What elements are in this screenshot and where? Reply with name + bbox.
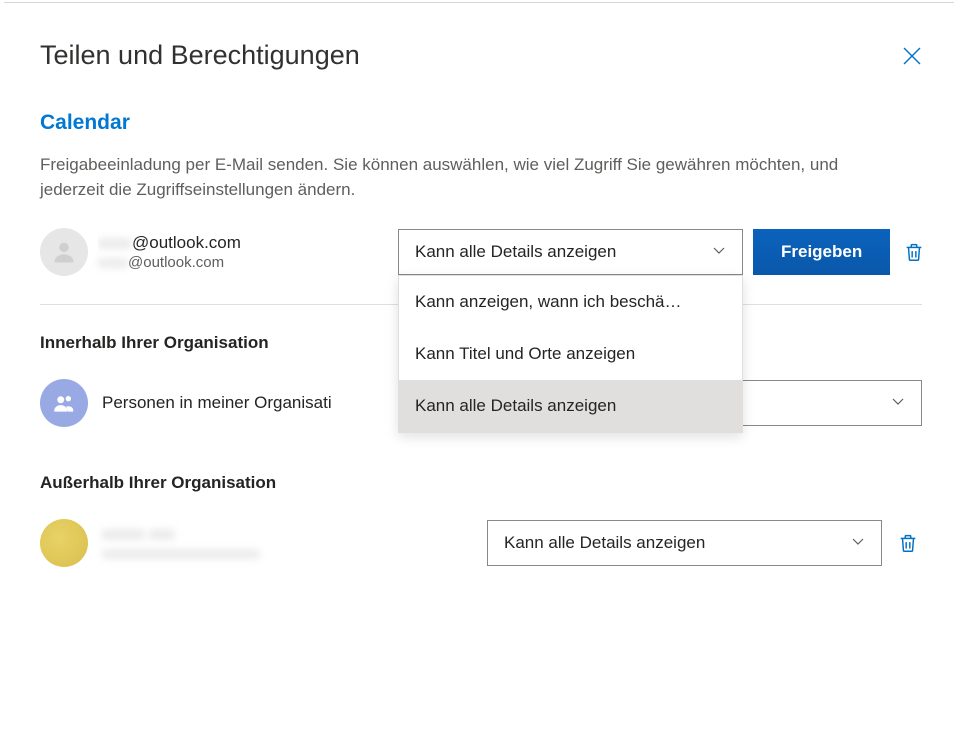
invite-row: xxxx@outlook.com xxxx@outlook.com Kann a… bbox=[40, 228, 922, 276]
top-divider bbox=[4, 2, 954, 3]
delete-external-button[interactable] bbox=[894, 532, 922, 554]
avatar bbox=[40, 228, 88, 276]
person-icon bbox=[50, 238, 78, 266]
outside-org-row: xxxxx xxx xxxxxxxxxxxxxxxxxxxxx Kann all… bbox=[40, 519, 922, 567]
permission-option-title-location[interactable]: Kann Titel und Orte anzeigen bbox=[399, 328, 742, 380]
org-avatar bbox=[40, 379, 88, 427]
person-email-primary: xxxx@outlook.com bbox=[98, 232, 388, 253]
inside-org-label: Personen in meiner Organisati bbox=[102, 393, 342, 413]
person-email-secondary: xxxx@outlook.com bbox=[98, 254, 388, 273]
chevron-down-icon bbox=[851, 533, 865, 553]
external-permission-select[interactable]: Kann alle Details anzeigen bbox=[487, 520, 882, 566]
people-icon bbox=[51, 390, 77, 416]
permission-selected-label: Kann alle Details anzeigen bbox=[415, 242, 616, 262]
chevron-down-icon bbox=[712, 242, 726, 262]
person-info: xxxx@outlook.com xxxx@outlook.com bbox=[98, 232, 388, 272]
outside-org-heading: Außerhalb Ihrer Organisation bbox=[40, 473, 922, 493]
external-avatar bbox=[40, 519, 88, 567]
share-button[interactable]: Freigeben bbox=[753, 229, 890, 275]
dialog-description: Freigabeeinladung per E-Mail senden. Sie… bbox=[40, 153, 900, 202]
external-person-email: xxxxxxxxxxxxxxxxxxxxx bbox=[102, 545, 462, 564]
close-button[interactable] bbox=[902, 46, 922, 71]
external-permission-label: Kann alle Details anzeigen bbox=[504, 533, 705, 553]
calendar-name: Calendar bbox=[40, 111, 922, 135]
trash-icon bbox=[903, 241, 925, 263]
delete-invite-button[interactable] bbox=[900, 241, 928, 263]
close-icon bbox=[902, 46, 922, 66]
dialog-title: Teilen und Berechtigungen bbox=[40, 40, 360, 71]
permission-select[interactable]: Kann alle Details anzeigen Kann anzeigen… bbox=[398, 229, 743, 275]
chevron-down-icon bbox=[891, 393, 905, 413]
permission-option-busy[interactable]: Kann anzeigen, wann ich beschä… bbox=[399, 276, 742, 328]
trash-icon bbox=[897, 532, 919, 554]
external-person-info: xxxxx xxx xxxxxxxxxxxxxxxxxxxxx bbox=[102, 523, 462, 563]
external-person-name: xxxxx xxx bbox=[102, 523, 462, 544]
dialog-header: Teilen und Berechtigungen bbox=[40, 40, 922, 71]
permission-dropdown: Kann anzeigen, wann ich beschä… Kann Tit… bbox=[398, 275, 743, 433]
permission-option-all-details[interactable]: Kann alle Details anzeigen bbox=[399, 380, 742, 432]
